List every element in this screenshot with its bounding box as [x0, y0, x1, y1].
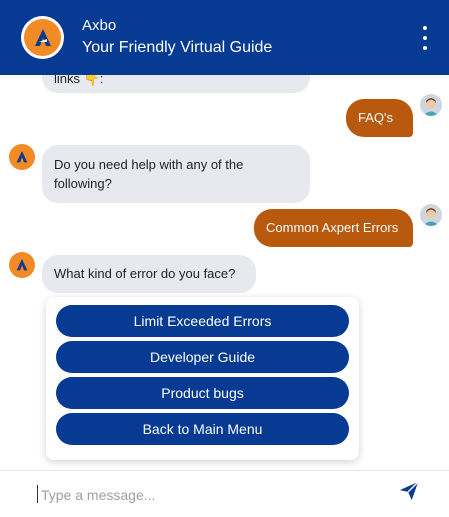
- bot-message: What kind of error do you face?: [42, 255, 256, 293]
- bot-avatar-icon: [9, 144, 35, 170]
- option-limit-exceeded-errors[interactable]: Limit Exceeded Errors: [56, 305, 349, 337]
- message-composer: [0, 470, 449, 517]
- user-message: Common Axpert Errors: [254, 209, 413, 247]
- chat-header: Axbo Your Friendly Virtual Guide: [0, 0, 449, 75]
- option-developer-guide[interactable]: Developer Guide: [56, 341, 349, 373]
- message-input[interactable]: [39, 481, 373, 509]
- axbo-logo-icon: [21, 16, 64, 59]
- more-vertical-icon[interactable]: [419, 26, 431, 50]
- user-message-text: Common Axpert Errors: [266, 220, 399, 235]
- user-message: FAQ's: [346, 99, 413, 137]
- option-back-to-main-menu[interactable]: Back to Main Menu: [56, 413, 349, 445]
- user-message-text: FAQ's: [358, 110, 393, 125]
- bot-message: Do you need help with any of the followi…: [42, 145, 310, 203]
- bot-message: links 👇:: [42, 75, 310, 93]
- bot-name: Axbo: [82, 17, 117, 34]
- bot-message-text: Do you need help with any of the followi…: [54, 157, 244, 191]
- user-avatar-icon: [420, 94, 442, 116]
- quick-reply-options: Limit Exceeded Errors Developer Guide Pr…: [46, 297, 359, 460]
- bot-message-text: What kind of error do you face?: [54, 266, 236, 281]
- option-product-bugs[interactable]: Product bugs: [56, 377, 349, 409]
- send-icon[interactable]: [398, 480, 420, 502]
- user-avatar-icon: [420, 204, 442, 226]
- text-cursor: [37, 485, 38, 503]
- bot-message-text: links 👇:: [54, 75, 104, 86]
- bot-subtitle: Your Friendly Virtual Guide: [82, 39, 273, 56]
- bot-avatar-icon: [9, 252, 35, 278]
